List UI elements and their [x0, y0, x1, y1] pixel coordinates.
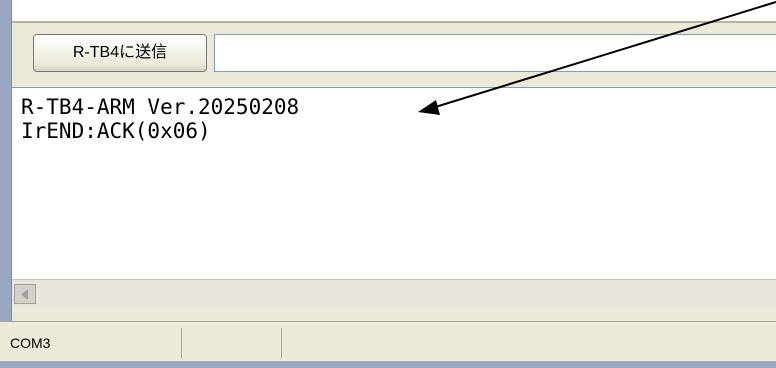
triangle-left-icon	[21, 289, 28, 300]
send-toolbar: R-TB4に送信	[12, 21, 776, 87]
receive-log-area[interactable]: R-TB4-ARM Ver.20250208 IrEND:ACK(0x06)	[12, 87, 776, 279]
window-left-border	[0, 0, 12, 368]
window-top-strip	[12, 0, 776, 21]
window-bottom-border	[0, 361, 776, 368]
log-line: R-TB4-ARM Ver.20250208	[21, 95, 300, 119]
send-command-input[interactable]	[214, 34, 776, 72]
horizontal-scrollbar[interactable]	[12, 279, 776, 307]
status-field	[182, 328, 282, 358]
status-port: COM3	[10, 328, 182, 358]
panel-separator	[12, 307, 776, 321]
terminal-window: R-TB4に送信 R-TB4-ARM Ver.20250208 IrEND:ACK…	[0, 0, 776, 368]
send-to-rtb4-button[interactable]: R-TB4に送信	[33, 34, 207, 72]
scroll-left-button[interactable]	[14, 284, 36, 304]
log-line: IrEND:ACK(0x06)	[21, 119, 211, 143]
